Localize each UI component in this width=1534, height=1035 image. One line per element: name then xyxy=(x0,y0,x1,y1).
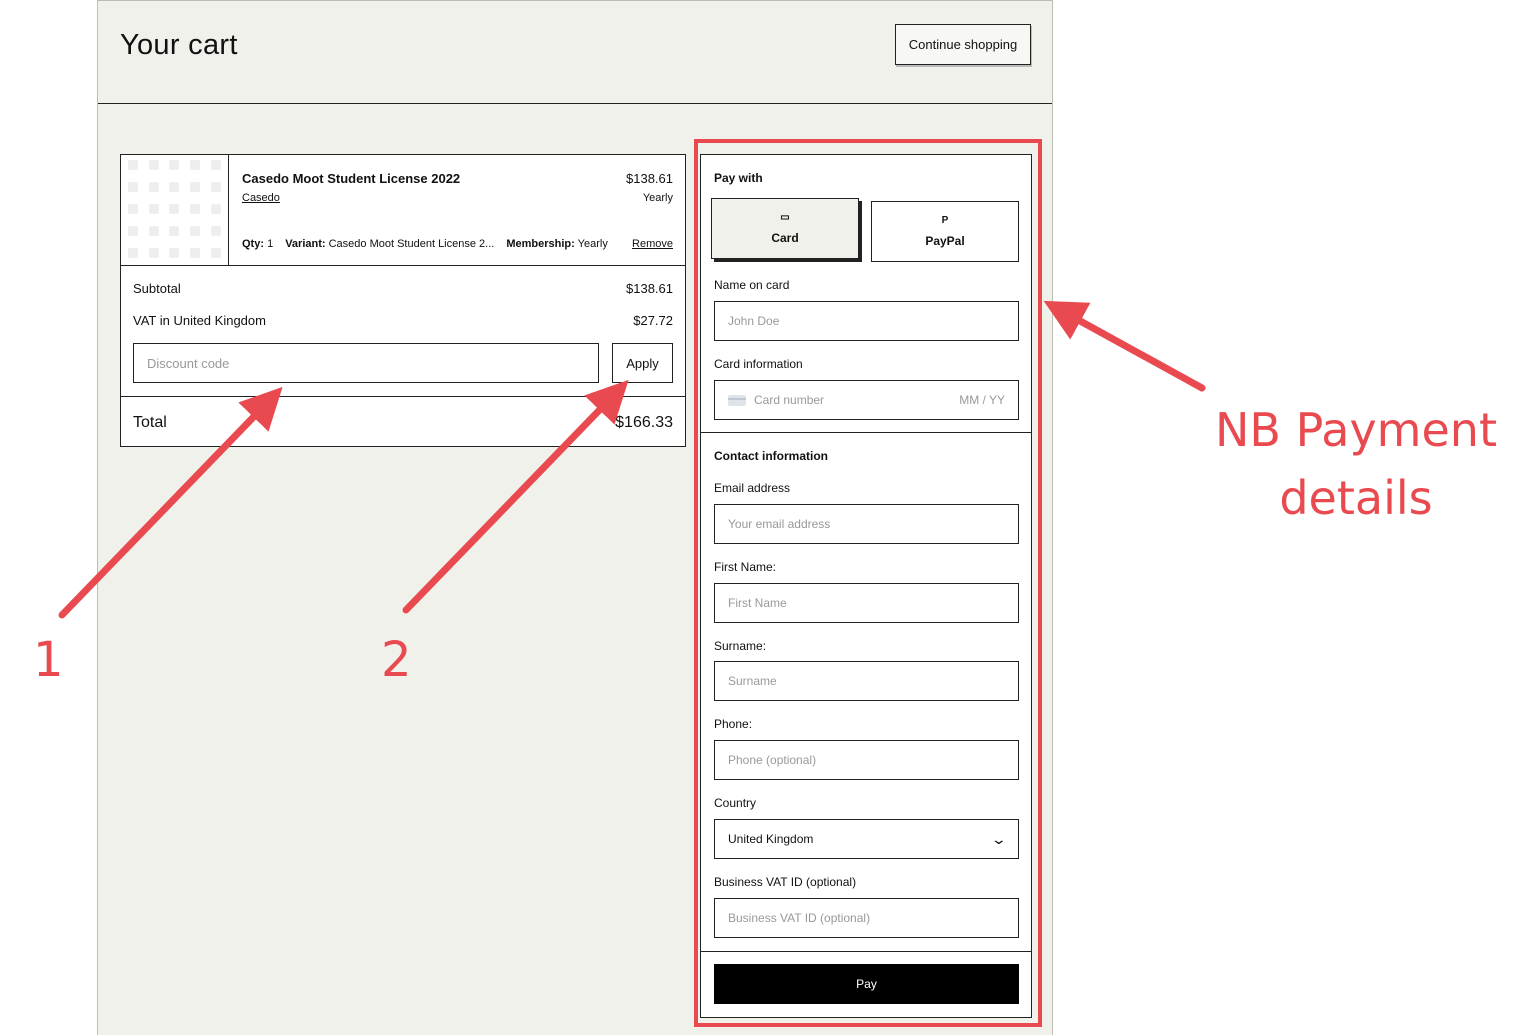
annotation-note-line1: NB Payment xyxy=(1215,403,1497,457)
annotation-number-1: 1 xyxy=(33,632,64,688)
annotation-number-2: 2 xyxy=(381,632,412,688)
arrow-2 xyxy=(402,379,629,614)
arrow-1 xyxy=(58,386,283,619)
annotation-note-line2: details xyxy=(1279,471,1433,525)
annotation-note: NB Payment details xyxy=(1206,396,1506,532)
arrow-3 xyxy=(1043,300,1206,392)
